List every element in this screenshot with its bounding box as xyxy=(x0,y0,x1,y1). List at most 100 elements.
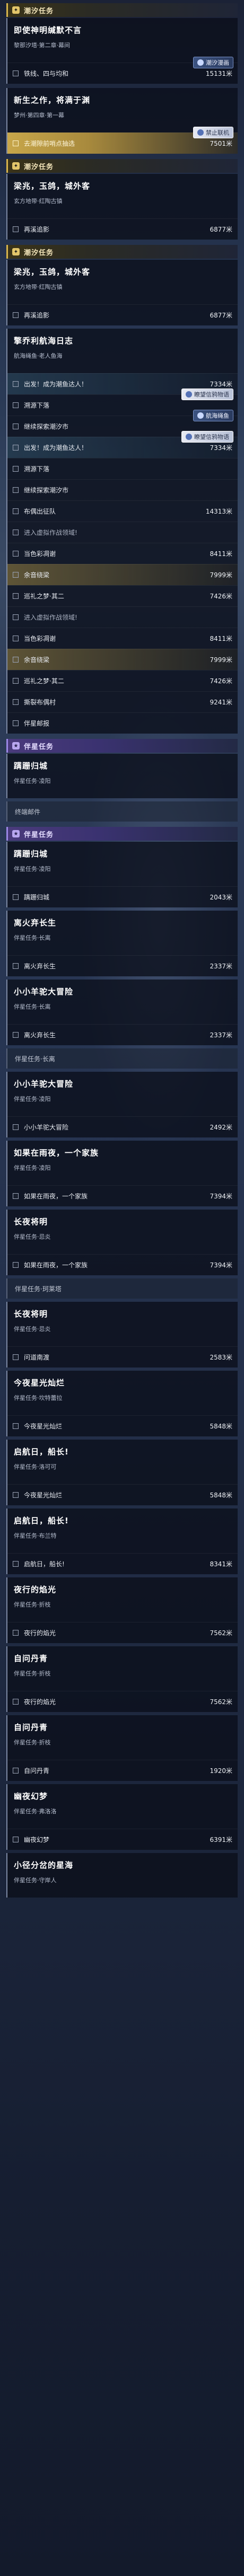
quest-header[interactable]: 新生之作，将满于渊 梦州·第四章·第一幕 xyxy=(7,88,238,133)
objective-row[interactable]: 离火弃长生 2337米 xyxy=(7,1024,238,1045)
objective-row[interactable]: 余音绕梁 7999米 xyxy=(7,649,238,670)
objective-row[interactable]: 如果在雨夜，一个家族 7394米 xyxy=(7,1254,238,1275)
sea-badge[interactable]: 航海绳鱼 xyxy=(193,410,233,421)
minor-entry[interactable]: 终端邮件 xyxy=(6,801,238,822)
objective-row[interactable]: 幽夜幻梦 6391米 xyxy=(7,1829,238,1850)
section-header-tide[interactable]: ✦ 潮汐任务 xyxy=(6,245,238,259)
minor-entry[interactable]: 伴星任务·珂莱塔 xyxy=(6,1278,238,1299)
quest-card[interactable]: 夜行的焰光 伴星任务·折枝 夜行的焰光 7562米 xyxy=(6,1577,238,1643)
checkbox-icon xyxy=(13,70,19,76)
objective-row[interactable]: 铁线、四与均和 15131米 潮汐漫画 xyxy=(7,57,238,84)
quest-header[interactable]: 今夜星光灿烂 伴星任务·坎特蕾拉 xyxy=(7,1371,238,1415)
quest-title: 长夜将明 xyxy=(14,1217,48,1227)
quest-header[interactable]: 启航日，船长! 伴星任务·洛可可 xyxy=(7,1440,238,1484)
quest-card[interactable]: 长夜将明 伴星任务·忌炎 如果在雨夜，一个家族 7394米 xyxy=(6,1210,238,1275)
quest-card[interactable]: 梁兆，玉鸽，城外客 玄方地带·红陶古镇 再溪追影 6877米 xyxy=(6,174,238,240)
objective-label: 进入虚拟作战领域! xyxy=(24,614,77,621)
objective-row[interactable]: 自问丹青 1920米 xyxy=(7,1760,238,1781)
objective-row[interactable]: 启航日，船长! 8341米 xyxy=(7,1553,238,1574)
quest-header[interactable]: 小小羊驼大冒险 伴星任务·凌阳 xyxy=(7,1072,238,1116)
objective-distance: 7999米 xyxy=(210,656,232,664)
objective-row[interactable]: 进入虚拟作战领域! xyxy=(7,522,238,543)
objective-row[interactable]: 蹒跚归城 2043米 xyxy=(7,886,238,907)
quest-header[interactable]: 如果在雨夜，一个家族 伴星任务·凌阳 xyxy=(7,1141,238,1185)
quest-header[interactable]: 离火弃长生 伴星任务·长离 xyxy=(7,911,238,955)
objective-row[interactable]: 今夜星光灿烂 5848米 xyxy=(7,1484,238,1505)
section-header-tide[interactable]: ✦ 潮汐任务 xyxy=(6,3,238,17)
section-header-companion[interactable]: ★ 伴星任务 xyxy=(6,739,238,753)
quest-card[interactable]: 小径分岔的星海 伴星任务·守岸人 xyxy=(6,1853,238,1898)
quest-header[interactable]: 启航日，船长! 伴星任务·布兰特 xyxy=(7,1508,238,1553)
quest-header[interactable]: 幽夜幻梦 伴星任务·弗洛洛 xyxy=(7,1784,238,1829)
objective-row[interactable]: 当色彩凋谢 8411米 xyxy=(7,628,238,649)
quest-card[interactable]: 离火弃长生 伴星任务·长离 离火弃长生 2337米 xyxy=(6,911,238,976)
minor-entry[interactable]: 伴星任务·长离 xyxy=(6,1048,238,1069)
quest-card[interactable]: 新生之作，将满于渊 梦州·第四章·第一幕 去潮隙前哨点抽选 7501米 禁止联机 xyxy=(6,88,238,154)
objective-row[interactable]: 布偶出征队 14313米 xyxy=(7,500,238,522)
quest-card[interactable]: 梁兆，玉鸽，城外客 玄方地带·红陶古镇 再溪追影 6877米 xyxy=(6,260,238,325)
quest-card[interactable]: 启航日，船长! 伴星任务·布兰特 启航日，船长! 8341米 xyxy=(6,1508,238,1574)
objective-row[interactable]: 撕裂布偶村 9241米 xyxy=(7,691,238,712)
lookout-badge[interactable]: 瞭望信鸦物语 xyxy=(181,431,233,443)
objective-row[interactable]: 夜行的焰光 7562米 xyxy=(7,1691,238,1712)
objective-row[interactable]: 巡礼之梦·其二 7426米 xyxy=(7,585,238,606)
objective-row[interactable]: 小小羊驼大冒险 2492米 xyxy=(7,1116,238,1137)
quest-card[interactable]: 即使神明缄默不言 黎那汐塔·第二章·幕间 铁线、四与均和 15131米 潮汐漫画 xyxy=(6,18,238,84)
objective-row[interactable]: 夜行的焰光 7562米 xyxy=(7,1622,238,1643)
quest-header[interactable]: 自问丹青 伴星任务·折枝 xyxy=(7,1715,238,1760)
quest-header[interactable]: 长夜将明 伴星任务·忌炎 xyxy=(7,1302,238,1346)
quest-title: 梁兆，玉鸽，城外客 xyxy=(14,267,91,277)
quest-card[interactable]: 小小羊驼大冒险 伴星任务·凌阳 小小羊驼大冒险 2492米 xyxy=(6,1072,238,1137)
quest-card[interactable]: 自问丹青 伴星任务·折枝 夜行的焰光 7562米 xyxy=(6,1646,238,1712)
quest-card[interactable]: 小小羊驼大冒险 伴星任务·长离 离火弃长生 2337米 xyxy=(6,980,238,1045)
objective-row[interactable]: 继续探索潮汐市 xyxy=(7,479,238,500)
quest-card[interactable]: 今夜星光灿烂 伴星任务·坎特蕾拉 今夜星光灿烂 5848米 xyxy=(6,1371,238,1436)
quest-card[interactable]: 擎乔利航海日志 航海绳鱼·老人鱼海 出发！成为潮鱼达人！ 7334米 溯源下落 … xyxy=(6,329,238,734)
quest-header[interactable]: 梁兆，玉鸽，城外客 玄方地带·红陶古镇 xyxy=(7,260,238,304)
quest-card[interactable]: 蹒跚归城 伴星任务·凌阳 蹒跚归城 2043米 xyxy=(6,842,238,907)
objective-row[interactable]: 溯源下落 xyxy=(7,458,238,479)
quest-header[interactable]: 梁兆，玉鸽，城外客 玄方地带·红陶古镇 xyxy=(7,174,238,218)
badge-label: 瞭望信鸦物语 xyxy=(194,434,229,440)
quest-header[interactable]: 小径分岔的星海 伴星任务·守岸人 xyxy=(7,1853,238,1898)
objective-row[interactable]: 余音绕梁 7999米 xyxy=(7,564,238,585)
no-coop-badge[interactable]: 禁止联机 xyxy=(193,127,233,138)
quest-header[interactable]: 即使神明缄默不言 黎那汐塔·第二章·幕间 xyxy=(7,18,238,63)
quest-card[interactable]: 自问丹青 伴星任务·折枝 自问丹青 1920米 xyxy=(6,1715,238,1781)
checkbox-icon xyxy=(13,1492,19,1498)
section-title: 伴星任务 xyxy=(24,743,54,751)
quest-header[interactable]: 蹒跚归城 伴星任务·凌阳 xyxy=(7,842,238,886)
quest-header[interactable]: 擎乔利航海日志 航海绳鱼·老人鱼海 xyxy=(7,329,238,373)
quest-card[interactable]: 蹒跚归城 伴星任务·凌阳 xyxy=(6,754,238,798)
section-header-companion[interactable]: ★ 伴星任务 xyxy=(6,827,238,841)
objective-row[interactable]: 巡礼之梦·其二 7426米 xyxy=(7,670,238,691)
checkbox-icon xyxy=(13,424,19,429)
quest-header[interactable]: 长夜将明 伴星任务·忌炎 xyxy=(7,1210,238,1254)
objective-row[interactable]: 再溪追影 6877米 xyxy=(7,218,238,240)
lookout-badge[interactable]: 瞭望信鸦物语 xyxy=(181,389,233,400)
objective-row[interactable]: 当色彩凋谢 8411米 xyxy=(7,543,238,564)
objective-row-active[interactable]: 去潮隙前哨点抽选 7501米 禁止联机 xyxy=(7,127,238,154)
checkbox-icon xyxy=(13,1193,19,1199)
quest-header[interactable]: 蹒跚归城 伴星任务·凌阳 xyxy=(7,754,238,798)
section-header-tide[interactable]: ✦ 潮汐任务 xyxy=(6,159,238,173)
quest-header[interactable]: 夜行的焰光 伴星任务·折枝 xyxy=(7,1577,238,1622)
objective-row[interactable]: 伴星邮报 xyxy=(7,712,238,734)
objective-row[interactable]: 离火弃长生 2337米 xyxy=(7,955,238,976)
quest-card[interactable]: 启航日，船长! 伴星任务·洛可可 今夜星光灿烂 5848米 xyxy=(6,1440,238,1505)
objective-row[interactable]: 进入虚拟作战领域! xyxy=(7,606,238,628)
quest-card[interactable]: 长夜将明 伴星任务·忌炎 问道南渡 2583米 xyxy=(6,1302,238,1368)
objective-label: 去潮隙前哨点抽选 xyxy=(24,140,75,147)
quest-card[interactable]: 幽夜幻梦 伴星任务·弗洛洛 幽夜幻梦 6391米 xyxy=(6,1784,238,1850)
quest-title: 今夜星光灿烂 xyxy=(14,1378,65,1388)
objective-row[interactable]: 出发！成为潮鱼达人！ 7334米 瞭望信鸦物语 xyxy=(7,431,238,458)
objective-row[interactable]: 问道南渡 2583米 xyxy=(7,1346,238,1368)
objective-distance: 6877米 xyxy=(210,312,232,319)
objective-row[interactable]: 今夜星光灿烂 5848米 xyxy=(7,1415,238,1436)
comic-badge[interactable]: 潮汐漫画 xyxy=(193,57,233,68)
quest-header[interactable]: 自问丹青 伴星任务·折枝 xyxy=(7,1646,238,1691)
quest-card[interactable]: 如果在雨夜，一个家族 伴星任务·凌阳 如果在雨夜，一个家族 7394米 xyxy=(6,1141,238,1206)
objective-row[interactable]: 如果在雨夜，一个家族 7394米 xyxy=(7,1185,238,1206)
objective-row[interactable]: 再溪追影 6877米 xyxy=(7,304,238,325)
quest-header[interactable]: 小小羊驼大冒险 伴星任务·长离 xyxy=(7,980,238,1024)
